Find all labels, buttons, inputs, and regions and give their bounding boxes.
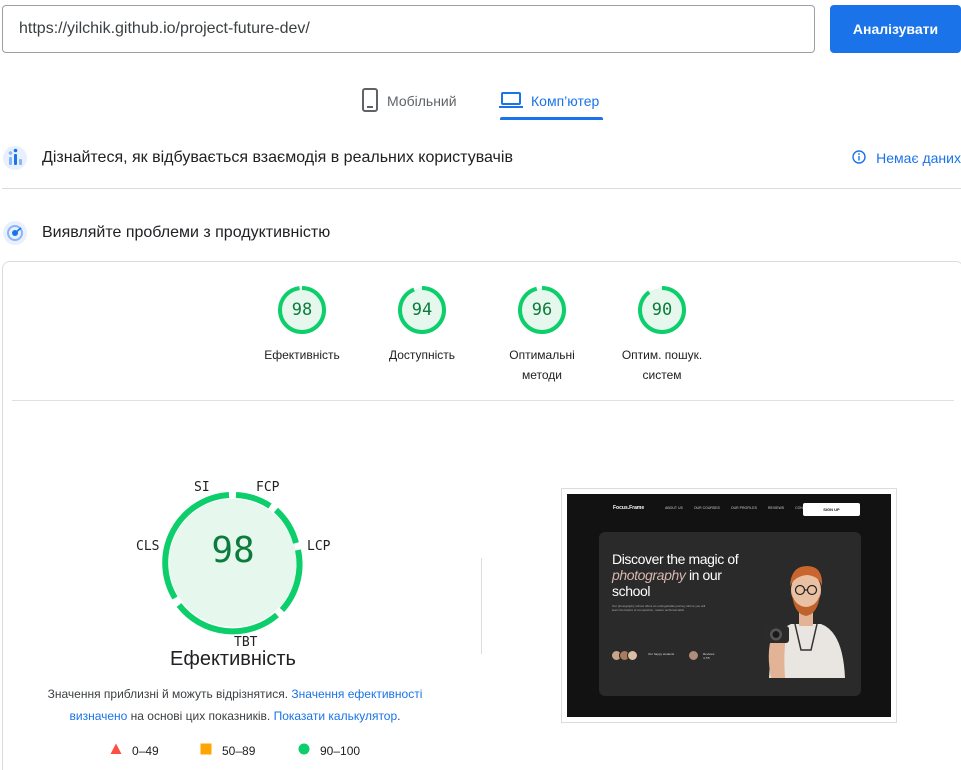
tab-desktop[interactable]: Комп’ютер	[499, 82, 599, 120]
performance-score: 98	[211, 530, 255, 571]
url-input[interactable]	[2, 5, 815, 53]
lab-data-title: Виявляйте проблеми з продуктивністю	[42, 224, 331, 241]
screenshot-avatars: Our happy students Reviews 4,7/5	[611, 650, 721, 664]
calculator-link[interactable]: Показати калькулятор	[274, 709, 398, 723]
page-screenshot[interactable]: Focus.Frame ABOUT US OUR COURSES OUR PRO…	[561, 488, 897, 723]
phone-icon	[361, 87, 379, 115]
screenshot-logo: Focus.Frame	[613, 505, 645, 511]
legend-item-pass: 90–100	[298, 743, 360, 758]
score-label: Оптимальні методи	[509, 348, 575, 382]
screenshot-signup-button: SIGN UP	[803, 503, 860, 516]
screenshot-hero-body: Our photography school offers an unforge…	[612, 604, 706, 612]
score-value: 96	[531, 300, 553, 320]
no-data-label: Немає даних	[876, 150, 961, 166]
screenshot-hero: Discover the magic of photography in our…	[599, 532, 861, 696]
tab-desktop-label: Комп’ютер	[531, 93, 600, 109]
tab-mobile[interactable]: Мобільний	[361, 82, 457, 120]
photographer-image	[763, 566, 845, 678]
fail-triangle-icon	[110, 743, 122, 758]
score-label: Ефективність	[264, 348, 340, 362]
metric-label-fcp: FCP	[256, 480, 280, 495]
speedometer-icon	[2, 220, 28, 246]
metric-label-cls: CLS	[136, 539, 160, 554]
gauges-divider	[12, 400, 954, 401]
score-label: Оптим. пошук. систем	[621, 348, 703, 382]
screenshot-nav-links: ABOUT US OUR COURSES OUR PROFILES REVIEW…	[665, 506, 814, 510]
average-square-icon	[200, 743, 212, 758]
score-label: Доступність	[388, 348, 456, 362]
score-gauge-performance[interactable]: 98 Ефективність	[252, 285, 352, 365]
pass-circle-icon	[298, 743, 310, 758]
screenshot-content: Focus.Frame ABOUT US OUR COURSES OUR PRO…	[567, 494, 891, 717]
score-gauge-best-practices[interactable]: 96 Оптимальні методи	[492, 285, 592, 385]
score-value: 94	[411, 300, 433, 320]
metric-label-si: SI	[194, 480, 210, 495]
field-data-title: Дізнайтеся, як відбувається взаємодія в …	[42, 149, 513, 166]
score-gauge-accessibility[interactable]: 94 Доступність	[372, 285, 472, 365]
users-chart-icon	[2, 145, 28, 171]
info-icon	[852, 149, 866, 167]
screenshot-nav: Focus.Frame ABOUT US OUR COURSES OUR PRO…	[567, 500, 891, 516]
section-divider	[2, 188, 961, 189]
laptop-icon	[499, 91, 523, 112]
score-gauge-seo[interactable]: 90 Оптим. пошук. систем	[612, 285, 712, 385]
metric-label-lcp: LCP	[307, 539, 331, 554]
lab-data-header: Виявляйте проблеми з продуктивністю	[0, 218, 961, 248]
field-data-header: Дізнайтеся, як відбувається взаємодія в …	[0, 143, 961, 173]
legend-item-fail: 0–49	[110, 743, 159, 758]
legend-item-average: 50–89	[200, 743, 255, 758]
screenshot-hero-title: Discover the magic of photography in our…	[612, 551, 739, 599]
analyze-button[interactable]: Аналізувати	[830, 5, 961, 53]
score-value: 98	[291, 300, 313, 320]
no-data-link[interactable]: Немає даних	[852, 149, 961, 167]
score-value: 90	[651, 300, 673, 320]
active-tab-indicator	[500, 117, 603, 120]
performance-title: Ефективність	[170, 648, 296, 670]
performance-note: Значення приблизні й можуть відрізнятися…	[47, 687, 423, 723]
tab-mobile-label: Мобільний	[387, 93, 457, 109]
vertical-divider	[481, 558, 482, 654]
